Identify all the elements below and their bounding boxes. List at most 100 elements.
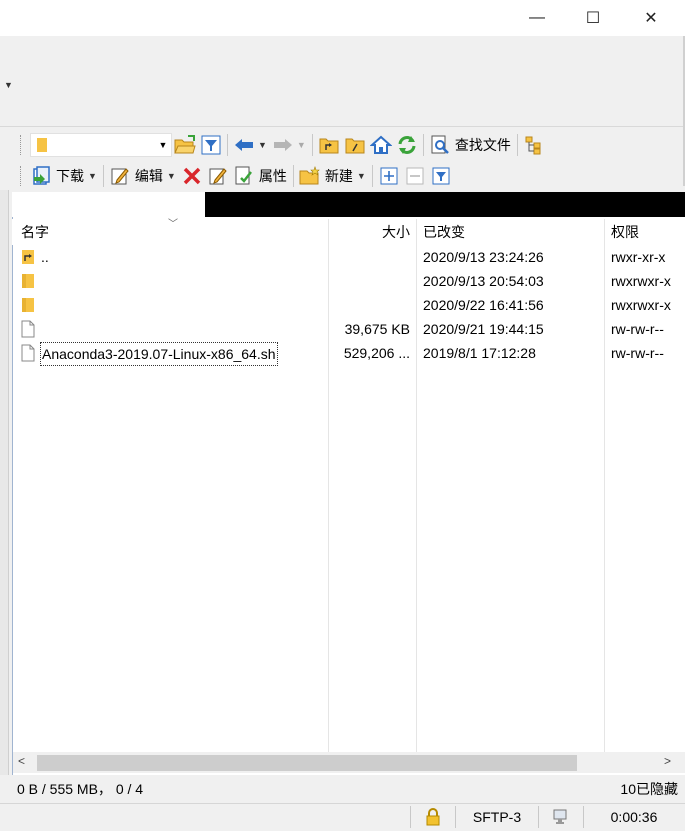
new-dropdown-icon[interactable]: ▼	[357, 171, 366, 181]
download-icon[interactable]	[29, 164, 53, 188]
menu-overflow-arrow[interactable]: ▼	[4, 80, 13, 90]
folder-icon	[37, 138, 47, 152]
forward-dropdown-icon[interactable]: ▼	[297, 140, 306, 150]
chevron-down-icon[interactable]: ▼	[155, 134, 171, 156]
refresh-icon[interactable]	[395, 133, 419, 157]
parent-folder-icon	[21, 245, 41, 269]
root-directory-icon[interactable]	[343, 133, 367, 157]
scroll-right-icon[interactable]: >	[664, 754, 671, 768]
toolbar-grip[interactable]	[20, 135, 24, 155]
file-modified: 2020/9/13 23:24:26	[423, 249, 544, 265]
delete-icon[interactable]	[180, 164, 204, 188]
elapsed-time: 0:00:36	[583, 806, 684, 828]
download-dropdown-icon[interactable]: ▼	[88, 171, 97, 181]
toolbar-separator	[422, 134, 424, 156]
folder-icon	[21, 293, 41, 317]
file-list-header: ﹀ 名字 大小 已改变 权限	[12, 219, 685, 245]
file-icon	[21, 341, 41, 365]
folder-icon	[21, 269, 41, 293]
file-size	[329, 269, 410, 293]
action-toolbar: 下载 ▼ 编辑 ▼ 属性 新建 ▼	[0, 161, 685, 191]
file-name	[41, 317, 321, 341]
minimize-icon: —	[529, 9, 545, 26]
toolbar-separator	[516, 134, 518, 156]
file-modified: 2020/9/22 16:41:56	[423, 297, 544, 313]
column-size-label: 大小	[382, 224, 410, 240]
column-header-name[interactable]: 名字	[21, 219, 321, 245]
close-icon: ✕	[644, 10, 658, 27]
minimize-button[interactable]: —	[508, 0, 566, 36]
lock-icon	[410, 806, 455, 828]
table-row[interactable]: .. 2020/9/13 23:24:26 rwxr-xr-x	[13, 245, 685, 269]
file-name	[41, 269, 321, 293]
select-plus-icon[interactable]	[377, 164, 401, 188]
elapsed-time-label: 0:00:36	[610, 809, 658, 825]
toolbar-separator	[292, 165, 294, 187]
maximize-button[interactable]: ☐	[564, 0, 622, 36]
tree-view-icon[interactable]	[522, 133, 546, 157]
table-row[interactable]: Anaconda3-2019.07-Linux-x86_64.sh 529,20…	[13, 341, 685, 366]
filter-select-icon[interactable]	[429, 164, 453, 188]
maximize-icon: ☐	[585, 10, 601, 27]
navigation-toolbar: ▼ ▼ ▼ 查找文件	[0, 130, 685, 160]
back-arrow-icon[interactable]	[232, 133, 256, 157]
open-folder-icon[interactable]	[173, 133, 197, 157]
remote-path-bar	[205, 192, 685, 217]
select-minus-icon[interactable]	[403, 164, 427, 188]
back-dropdown-icon[interactable]: ▼	[258, 140, 267, 150]
home-icon[interactable]	[369, 133, 393, 157]
column-header-size[interactable]: 大小	[329, 219, 410, 245]
tab-area	[12, 192, 205, 217]
scroll-left-icon[interactable]: <	[18, 754, 25, 768]
file-name: Anaconda3-2019.07-Linux-x86_64.sh	[40, 342, 278, 366]
find-files-icon[interactable]	[428, 133, 452, 157]
toolbar-separator	[227, 134, 228, 156]
properties-icon[interactable]	[232, 164, 256, 188]
toolbar-separator	[311, 134, 313, 156]
column-header-modified[interactable]: 已改变	[423, 219, 603, 245]
file-permissions: rwxrwxr-x	[611, 273, 671, 289]
column-name-label: 名字	[21, 224, 49, 240]
toolbar-separator	[371, 165, 373, 187]
rename-icon[interactable]	[206, 164, 230, 188]
table-row[interactable]: 39,675 KB 2020/9/21 19:44:15 rw-rw-r--	[13, 317, 685, 341]
parent-directory-icon[interactable]	[317, 133, 341, 157]
scrollbar-thumb[interactable]	[37, 755, 577, 771]
path-combobox[interactable]: ▼	[30, 133, 172, 157]
file-permissions: rwxrwxr-x	[611, 297, 671, 313]
file-size	[329, 245, 410, 269]
edit-button[interactable]: 编辑	[135, 166, 163, 186]
file-name	[41, 293, 321, 317]
selection-status: 0 B / 555 MB， 0 / 4	[17, 781, 144, 797]
file-permissions: rw-rw-r--	[611, 345, 664, 361]
file-modified: 2019/8/1 17:12:28	[423, 345, 536, 361]
edit-icon[interactable]	[108, 164, 132, 188]
close-button[interactable]: ✕	[622, 0, 680, 36]
file-modified: 2020/9/21 19:44:15	[423, 321, 544, 337]
protocol-label: SFTP-3	[472, 809, 522, 825]
left-pane-edge[interactable]	[0, 190, 9, 775]
find-files-button[interactable]: 查找文件	[455, 135, 511, 155]
column-modified-label: 已改变	[423, 224, 465, 240]
new-folder-icon[interactable]	[298, 164, 322, 188]
network-icon	[538, 806, 583, 828]
column-permissions-label: 权限	[611, 224, 639, 240]
table-row[interactable]: 2020/9/13 20:54:03 rwxrwxr-x	[13, 269, 685, 293]
properties-button[interactable]: 属性	[259, 166, 287, 186]
file-size: 529,206 ...	[343, 345, 410, 361]
table-row[interactable]: 2020/9/22 16:41:56 rwxrwxr-x	[13, 293, 685, 317]
file-size	[329, 293, 410, 317]
edit-dropdown-icon[interactable]: ▼	[167, 171, 176, 181]
file-modified: 2020/9/13 20:54:03	[423, 273, 544, 289]
menu-band	[0, 36, 685, 128]
filter-icon[interactable]	[199, 133, 223, 157]
new-button[interactable]: 新建	[325, 166, 353, 186]
download-button[interactable]: 下载	[56, 166, 84, 186]
divider	[0, 126, 685, 127]
forward-arrow-icon[interactable]	[271, 133, 295, 157]
column-header-permissions[interactable]: 权限	[611, 219, 685, 245]
file-name: ..	[41, 249, 49, 265]
toolbar-grip[interactable]	[20, 166, 24, 186]
status-bar: 0 B / 555 MB， 0 / 4 10已隐藏	[0, 776, 685, 802]
file-permissions: rw-rw-r--	[611, 321, 664, 337]
